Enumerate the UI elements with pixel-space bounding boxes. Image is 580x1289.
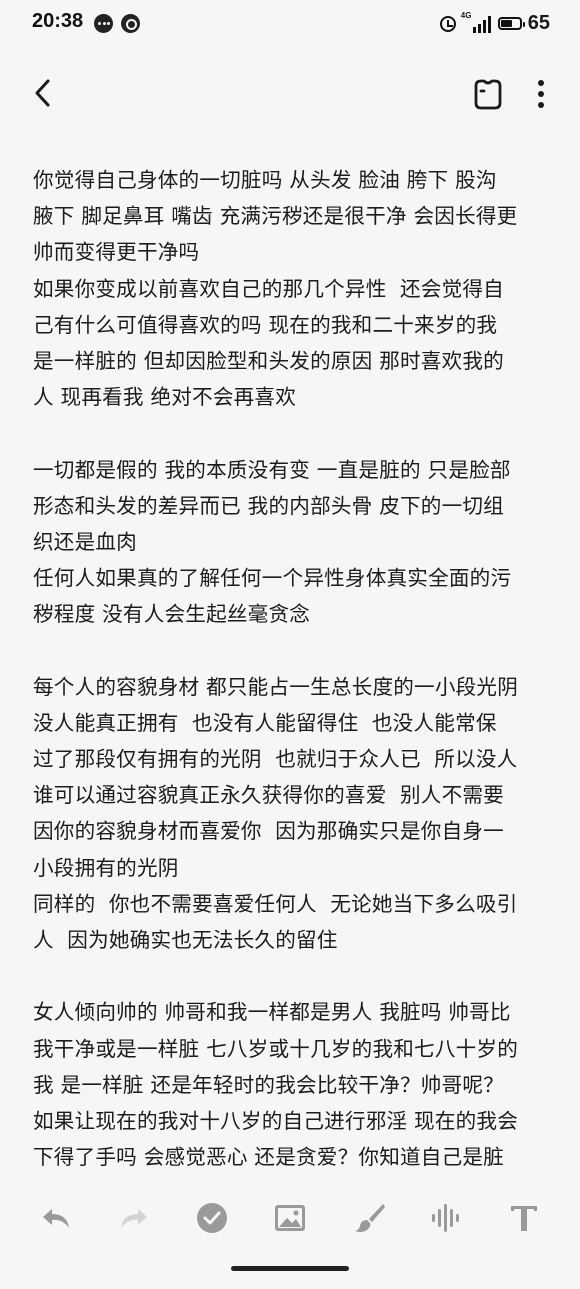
brush-icon xyxy=(355,1204,385,1232)
note-line: 任何人如果真的了解任何一个异性身体真实全面的污 xyxy=(33,566,512,591)
note-line: 如果让现在的我对十八岁的自己进行邪淫 现在的我会 xyxy=(33,1108,518,1133)
redo-button[interactable] xyxy=(114,1198,154,1238)
image-icon xyxy=(275,1205,305,1231)
note-line: 你觉得自己身体的一切脏吗 从头发 脸油 胯下 股沟 xyxy=(33,168,497,192)
undo-button[interactable] xyxy=(36,1198,76,1238)
home-indicator[interactable] xyxy=(231,1266,349,1271)
status-bar: 20:38 4G 65 xyxy=(0,0,580,50)
note-line: 同样的 你也不需要喜爱任何人 无论她当下多么吸引 xyxy=(33,891,518,916)
voice-record-button[interactable] xyxy=(426,1198,466,1238)
note-line: 织还是血肉 xyxy=(33,529,137,554)
brush-button[interactable] xyxy=(350,1198,390,1238)
status-time: 20:38 xyxy=(32,10,84,32)
share-button[interactable] xyxy=(470,76,506,112)
back-button[interactable] xyxy=(28,74,64,114)
note-body[interactable]: 你觉得自己身体的一切脏吗 从头发 脸油 胯下 股沟 腋下 脚足鼻耳 嘴齿 充满污秽… xyxy=(33,162,553,1180)
insert-image-button[interactable] xyxy=(270,1198,310,1238)
signal-icon: 4G xyxy=(461,11,491,33)
note-line: 己有什么可值得喜欢的吗 现在的我和二十来岁的我 xyxy=(33,312,498,337)
audio-wave-icon xyxy=(432,1204,459,1232)
note-line: 帅而变得更干净吗 xyxy=(33,240,200,265)
message-notification-icon xyxy=(94,14,113,33)
alarm-icon xyxy=(439,15,456,32)
battery-indicator: 65 xyxy=(497,12,550,35)
share-icon xyxy=(474,79,502,110)
network-type: 4G xyxy=(460,10,472,20)
note-line: 没人能真正拥有 也没有人能留得住 也没人能常保 xyxy=(33,710,497,735)
note-line: 我干净或是一样脏 七八岁或十几岁的我和七八十岁的 xyxy=(33,1036,518,1061)
status-indicators: 4G 65 xyxy=(439,11,550,35)
bottom-toolbar xyxy=(0,1180,580,1289)
text-format-icon xyxy=(511,1206,537,1231)
checklist-button[interactable] xyxy=(192,1198,232,1238)
note-blank-line xyxy=(33,632,553,668)
battery-icon xyxy=(497,17,525,30)
checklist-icon xyxy=(197,1203,227,1233)
text-format-button[interactable] xyxy=(504,1198,544,1238)
note-line: 形态和头发的差异而已 我的内部头骨 皮下的一切组 xyxy=(33,493,504,518)
note-blank-line xyxy=(33,958,553,994)
note-line: 人 现再看我 绝对不会再喜欢 xyxy=(33,385,297,410)
redo-icon xyxy=(121,1209,147,1228)
note-line: 下得了手吗 会感觉恶心 还是贪爱？你知道自己是脏 xyxy=(33,1145,504,1170)
note-blank-line xyxy=(33,415,553,451)
note-line: 如果你变成以前喜欢自己的那几个异性 还会觉得自 xyxy=(33,276,504,301)
more-options-button[interactable] xyxy=(526,76,556,112)
note-line: 秽程度 没有人会生起丝毫贪念 xyxy=(33,602,311,627)
note-line: 过了那段仅有拥有的光阴 也就归于众人已 所以没人 xyxy=(33,747,518,771)
note-toolbar xyxy=(0,64,580,124)
note-line: 是一样脏的 但却因脸型和头发的原因 那时喜欢我的 xyxy=(33,348,504,373)
chevron-left-icon xyxy=(35,79,50,107)
note-line: 人 因为她确实也无法长久的留住 xyxy=(33,927,338,952)
notification-icons xyxy=(94,14,140,33)
battery-fill xyxy=(500,20,513,27)
note-line: 因你的容貌身材而喜爱你 因为那确实只是你自身一 xyxy=(33,819,504,844)
note-line: 女人倾向帅的 帅哥和我一样都是男人 我脏吗 帅哥比 xyxy=(33,1000,511,1025)
note-line: 一切都是假的 我的本质没有变 一直是脏的 只是脸部 xyxy=(33,457,511,482)
battery-level: 65 xyxy=(527,12,550,34)
note-line: 腋下 脚足鼻耳 嘴齿 充满污秽还是很干净 会因长得更 xyxy=(33,204,518,229)
more-vertical-icon xyxy=(538,80,544,108)
note-line: 我 是一样脏 还是年轻时的我会比较干净？帅哥呢？ xyxy=(33,1072,504,1097)
note-line: 谁可以通过容貌真正永久获得你的喜爱 别人不需要 xyxy=(33,783,504,808)
app-notification-icon xyxy=(121,14,140,33)
note-line: 每个人的容貌身材 都只能占一生总长度的一小段光阴 xyxy=(33,674,518,699)
undo-icon xyxy=(43,1209,69,1228)
note-line: 小段拥有的光阴 xyxy=(33,855,179,880)
